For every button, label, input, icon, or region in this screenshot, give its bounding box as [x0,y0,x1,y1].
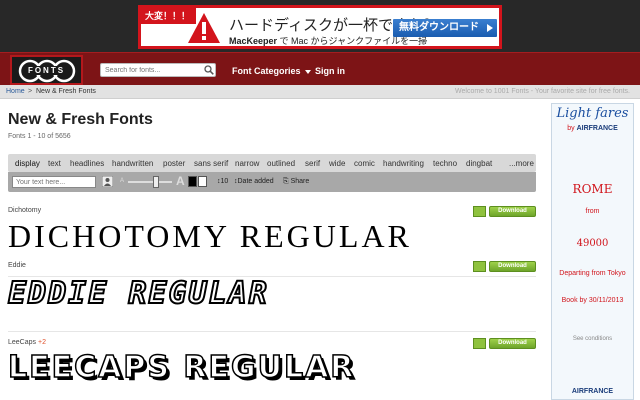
main-navbar: FONTS Font Categories Sign in [0,52,640,85]
person-icon[interactable] [102,176,113,187]
font-name-link[interactable]: Dichotomy [8,207,41,214]
sort-value: Date added [237,178,274,185]
tab-wide[interactable]: wide [329,159,345,168]
ad-by: by [567,125,575,132]
ad-book-by: Book by 30/11/2013 [561,297,624,304]
tab-more[interactable]: ...more [509,159,534,168]
tab-headlines[interactable]: headlines [70,159,104,168]
color-white-swatch[interactable] [198,176,207,187]
search-input[interactable] [100,63,216,77]
font-preview[interactable]: EDDIE REGULAR [7,275,269,312]
font-preview[interactable]: DICHOTOMY REGULAR [8,218,412,255]
download-button[interactable]: Download [489,261,536,272]
font-size-slider-track[interactable] [128,181,172,183]
tab-handwriting[interactable]: handwriting [383,159,424,168]
font-name-link[interactable]: Eddie [8,262,26,269]
font-name-link[interactable]: LeeCaps +2 [8,339,46,346]
share-label: Share [290,178,310,185]
author-icon[interactable] [473,206,486,217]
ad-download-label: 無料ダウンロード [399,22,479,33]
ad-download-button[interactable]: 無料ダウンロード [393,19,497,37]
welcome-message: Welcome to 1001 Fonts - Your favorite si… [455,88,630,95]
tab-display[interactable]: display [15,159,40,168]
top-ad-bar: 大変！！！ ハードディスクが一杯ですか？ MacKeeper で Mac からジ… [0,0,640,52]
author-icon[interactable] [473,261,486,272]
download-button[interactable]: Download [489,206,536,217]
result-count: Fonts 1 - 10 of 5656 [8,133,71,140]
mackeeper-ad-banner[interactable]: 大変！！！ ハードディスクが一杯ですか？ MacKeeper で Mac からジ… [138,5,502,49]
ad-from: from [585,208,600,215]
breadcrumb-current: New & Fresh Fonts [36,88,96,95]
font-list-item: Eddie Download EDDIE REGULAR [7,258,536,332]
font-preview[interactable]: LEECAPS REGULAR [7,349,355,386]
breadcrumb: Home > New & Fresh Fonts Welcome to 1001… [0,85,640,99]
ad-brand: MacKeeper [229,36,278,46]
breadcrumb-home-link[interactable]: Home [6,88,25,95]
tab-techno[interactable]: techno [433,159,457,168]
tab-narrow[interactable]: narrow [235,159,259,168]
sort-select[interactable]: ↕Date added [234,178,274,185]
ad-brand-inline: AIRFRANCE [576,125,618,132]
tab-comic[interactable]: comic [354,159,375,168]
breadcrumb-separator: > [28,88,33,95]
ad-byline: by AIRFRANCE [552,125,633,132]
ad-departure: Departing from Tokyo [559,270,626,277]
tab-sans-serif[interactable]: sans serif [194,159,228,168]
preview-text-input[interactable] [12,176,96,188]
share-button[interactable]: ⎘ Share [283,178,309,186]
font-size-slider-thumb[interactable] [153,176,159,188]
font-categories-label: Font Categories [232,66,301,76]
download-button[interactable]: Download [489,338,536,349]
logo-text: FONTS [26,66,67,75]
preview-toolbar: A A ↕10 ↕Date added ⎘ Share [8,172,536,192]
ad-brand-footer: AIRFRANCE [571,388,614,395]
search-icon[interactable] [204,65,214,75]
tab-handwritten[interactable]: handwritten [112,159,153,168]
size-large-label: A [176,174,185,188]
font-categories-menu[interactable]: Font Categories [232,66,311,76]
tab-poster[interactable]: poster [163,159,185,168]
per-page-select[interactable]: ↕10 [217,178,228,185]
ad-destination: ROME [572,182,613,196]
font-name-text: LeeCaps [8,339,37,346]
sign-in-link[interactable]: Sign in [315,66,345,76]
warning-icon [188,13,220,43]
font-variant-count: +2 [37,339,46,346]
share-icon: ⎘ [283,178,289,185]
chevron-down-icon [304,69,311,74]
per-page-value: 10 [220,178,229,185]
tab-outlined[interactable]: outlined [267,159,295,168]
page-title: New & Fresh Fonts [8,111,153,128]
font-list-item: LeeCaps +2 Download LEECAPS REGULAR [7,335,536,400]
ad-title: Light fares [556,106,629,121]
tab-serif[interactable]: serif [305,159,320,168]
play-arrow-icon [487,24,493,32]
author-icon[interactable] [473,338,486,349]
airfrance-side-ad[interactable]: Light fares by AIRFRANCE ROME from 49000… [551,103,634,400]
ad-conditions-link[interactable]: See conditions [552,336,633,342]
color-black-swatch[interactable] [188,176,197,187]
ad-price: 49000 [576,238,609,249]
size-small-label: A [120,178,125,184]
category-filter-bar: display text headlines handwritten poste… [8,154,536,172]
tab-text[interactable]: text [48,159,61,168]
tab-dingbat[interactable]: dingbat [466,159,492,168]
site-logo[interactable]: FONTS [10,55,83,85]
ad-subline-rest: で Mac からジャンクファイルを一掃 [277,36,428,46]
